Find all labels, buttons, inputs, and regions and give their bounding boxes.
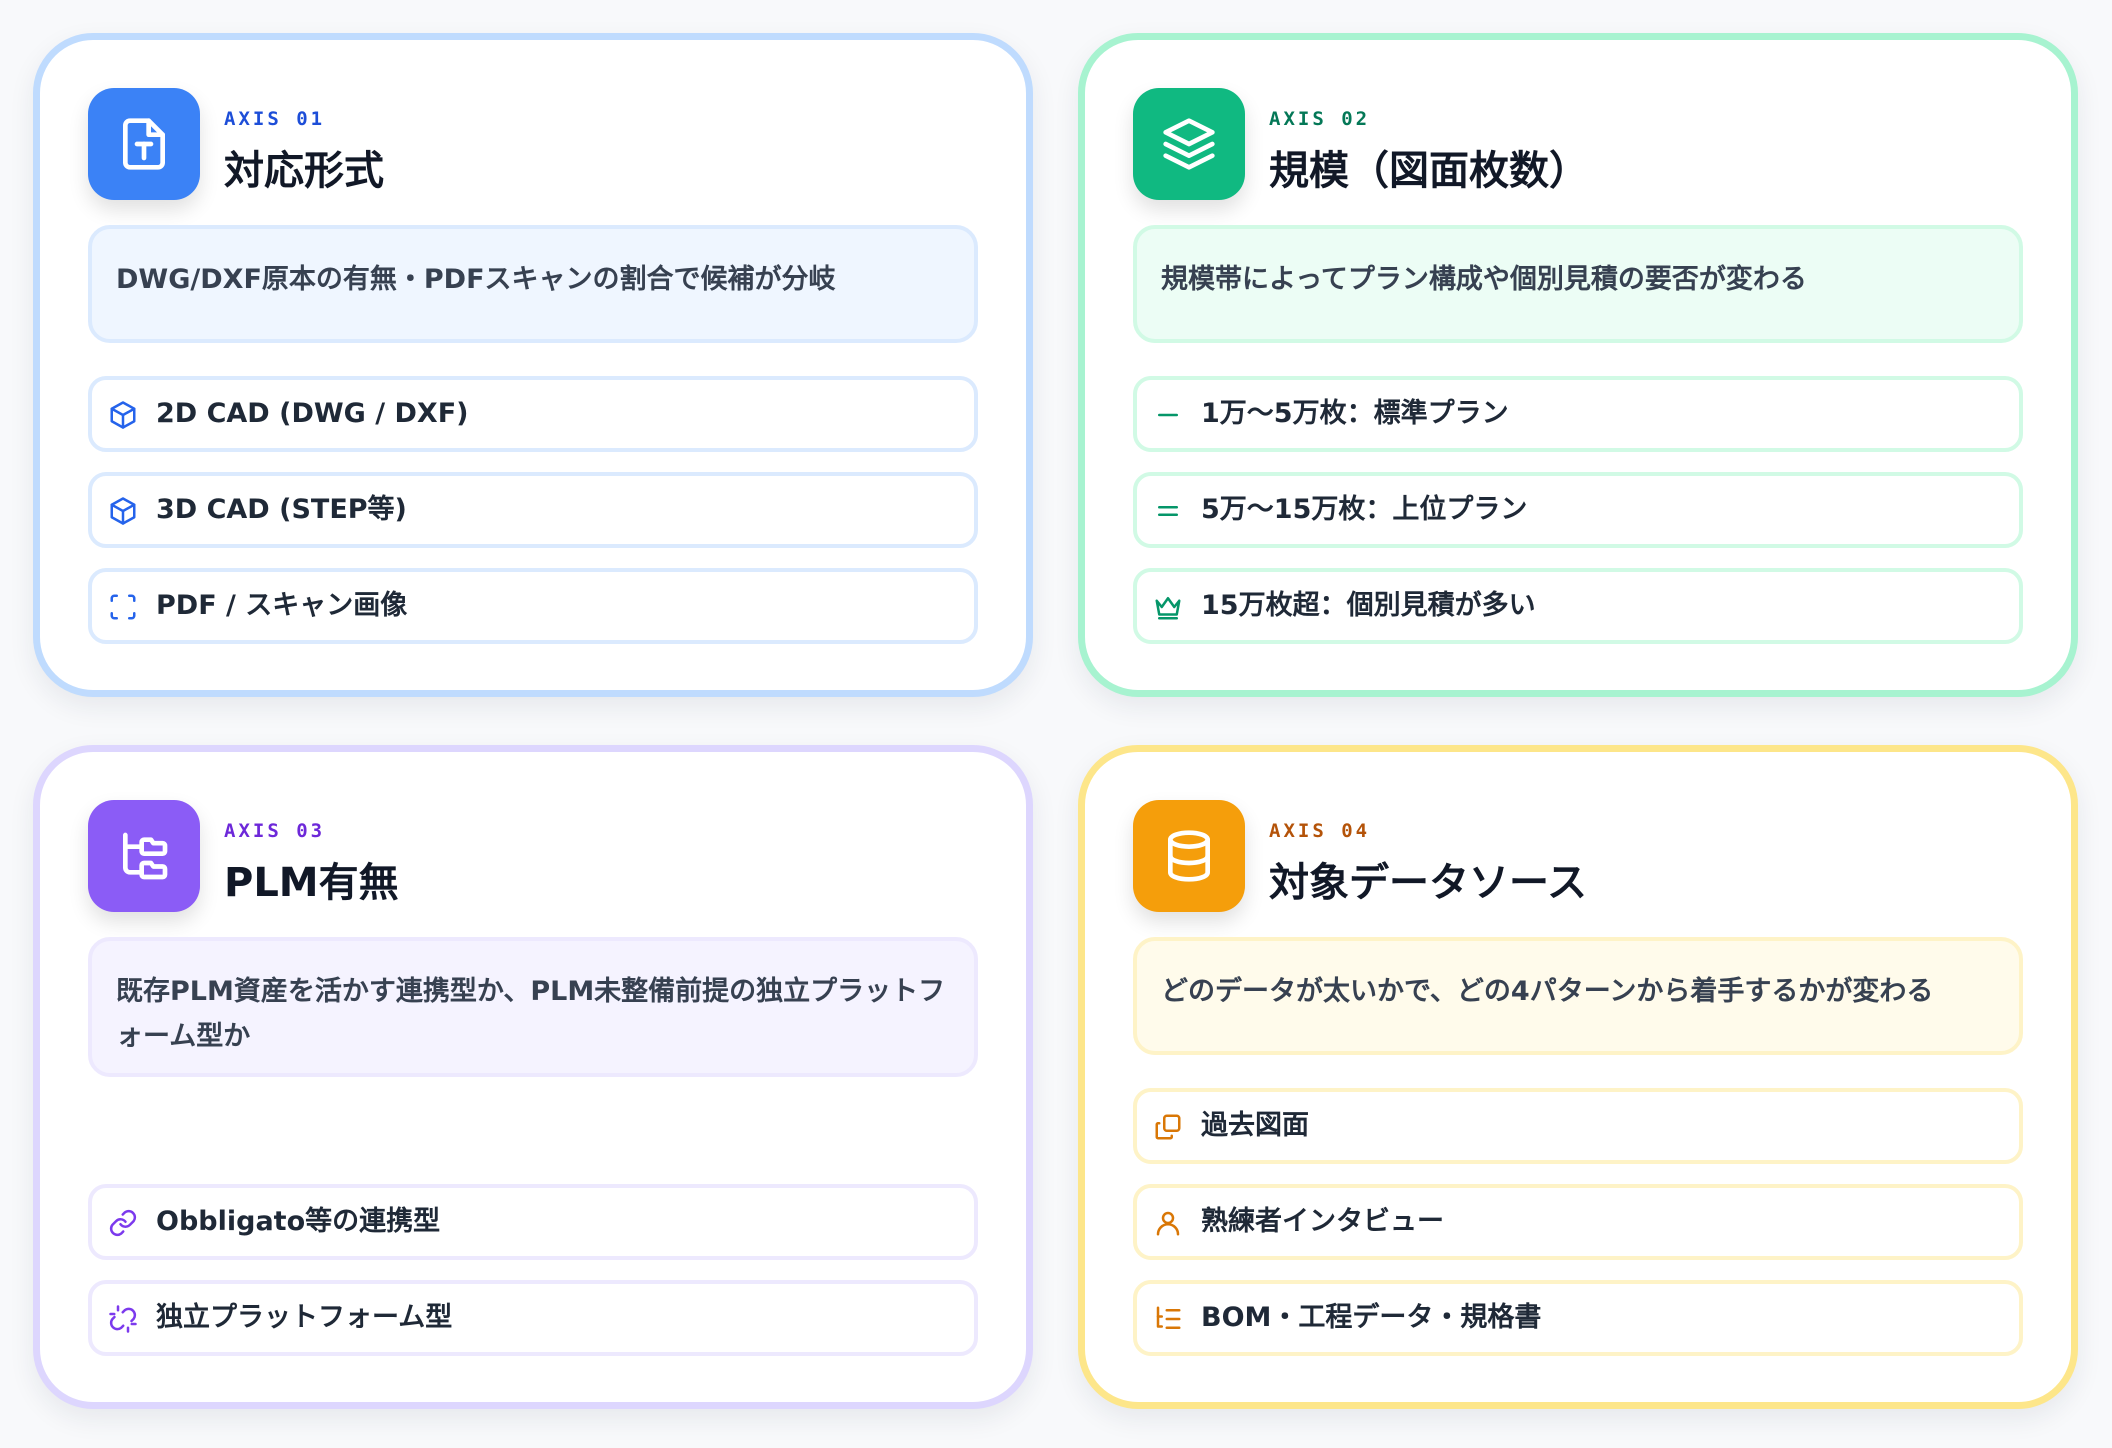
- axis-card-scale: AXIS 02 規模（図面枚数） 規模帯によってプラン構成や個別見積の要否が変わ…: [1078, 33, 2078, 697]
- list-item-label: 1万〜5万枚：標準プラン: [1201, 398, 1509, 429]
- card-description: 規模帯によってプラン構成や個別見積の要否が変わる: [1133, 225, 2023, 343]
- card-header: AXIS 04 対象データソース: [1133, 800, 2023, 912]
- card-header: AXIS 03 PLM有無: [88, 800, 978, 912]
- list-item-label: 3D CAD (STEP等): [156, 494, 407, 525]
- list-tree-icon: [1153, 1304, 1183, 1334]
- list-item: PDF / スキャン画像: [88, 568, 978, 644]
- list-item-label: Obbligato等の連携型: [156, 1206, 441, 1237]
- list-item-label: 独立プラットフォーム型: [156, 1302, 453, 1333]
- card-title: 対象データソース: [1269, 860, 1587, 906]
- axis-card-plm: AXIS 03 PLM有無 既存PLM資産を活かす連携型か、PLM未整備前提の独…: [33, 745, 1033, 1409]
- list-item-label: 5万〜15万枚：上位プラン: [1201, 494, 1528, 525]
- copy-icon: [1153, 1112, 1183, 1142]
- list-item-label: PDF / スキャン画像: [156, 590, 408, 621]
- list-item: Obbligato等の連携型: [88, 1184, 978, 1260]
- axis-label: AXIS 04: [1269, 820, 1371, 842]
- layers-icon: [1133, 88, 1245, 200]
- list-item-label: 過去図面: [1201, 1110, 1309, 1141]
- axis-label: AXIS 02: [1269, 108, 1371, 130]
- axis-card-format: AXIS 01 対応形式 DWG/DXF原本の有無・PDFスキャンの割合で候補が…: [33, 33, 1033, 697]
- axis-label: AXIS 03: [224, 820, 326, 842]
- database-icon: [1133, 800, 1245, 912]
- card-description: 既存PLM資産を活かす連携型か、PLM未整備前提の独立プラットフォーム型か: [88, 937, 978, 1077]
- user-icon: [1153, 1208, 1183, 1238]
- card-title: PLM有無: [224, 860, 399, 906]
- list-item: 2D CAD (DWG / DXF): [88, 376, 978, 452]
- unlink-icon: [108, 1304, 138, 1334]
- list-item-label: 15万枚超：個別見積が多い: [1201, 590, 1536, 621]
- list-item: 5万〜15万枚：上位プラン: [1133, 472, 2023, 548]
- cube-icon: [108, 496, 138, 526]
- list-item: 熟練者インタビュー: [1133, 1184, 2023, 1260]
- list-item: 過去図面: [1133, 1088, 2023, 1164]
- list-item: 独立プラットフォーム型: [88, 1280, 978, 1356]
- link-icon: [108, 1208, 138, 1238]
- axes-grid: AXIS 01 対応形式 DWG/DXF原本の有無・PDFスキャンの割合で候補が…: [0, 0, 2112, 1448]
- list-item-label: 熟練者インタビュー: [1201, 1206, 1444, 1237]
- card-header: AXIS 02 規模（図面枚数）: [1133, 88, 2023, 200]
- list-item: 3D CAD (STEP等): [88, 472, 978, 548]
- minus-icon: [1153, 400, 1183, 430]
- list-item-label: BOM・工程データ・規格書: [1201, 1302, 1542, 1333]
- list-item-label: 2D CAD (DWG / DXF): [156, 398, 469, 429]
- axis-card-data-source: AXIS 04 対象データソース どのデータが太いかで、どの4パターンから着手す…: [1078, 745, 2078, 1409]
- list-item: BOM・工程データ・規格書: [1133, 1280, 2023, 1356]
- card-description: どのデータが太いかで、どの4パターンから着手するかが変わる: [1133, 937, 2023, 1055]
- list-item: 1万〜5万枚：標準プラン: [1133, 376, 2023, 452]
- folder-tree-icon: [88, 800, 200, 912]
- list-item: 15万枚超：個別見積が多い: [1133, 568, 2023, 644]
- card-description: DWG/DXF原本の有無・PDFスキャンの割合で候補が分岐: [88, 225, 978, 343]
- cube-icon: [108, 400, 138, 430]
- crown-icon: [1153, 592, 1183, 622]
- card-header: AXIS 01 対応形式: [88, 88, 978, 200]
- file-type-icon: [88, 88, 200, 200]
- card-title: 対応形式: [224, 148, 384, 194]
- scan-icon: [108, 592, 138, 622]
- card-title: 規模（図面枚数）: [1269, 148, 1589, 194]
- axis-label: AXIS 01: [224, 108, 326, 130]
- equals-icon: [1153, 496, 1183, 526]
